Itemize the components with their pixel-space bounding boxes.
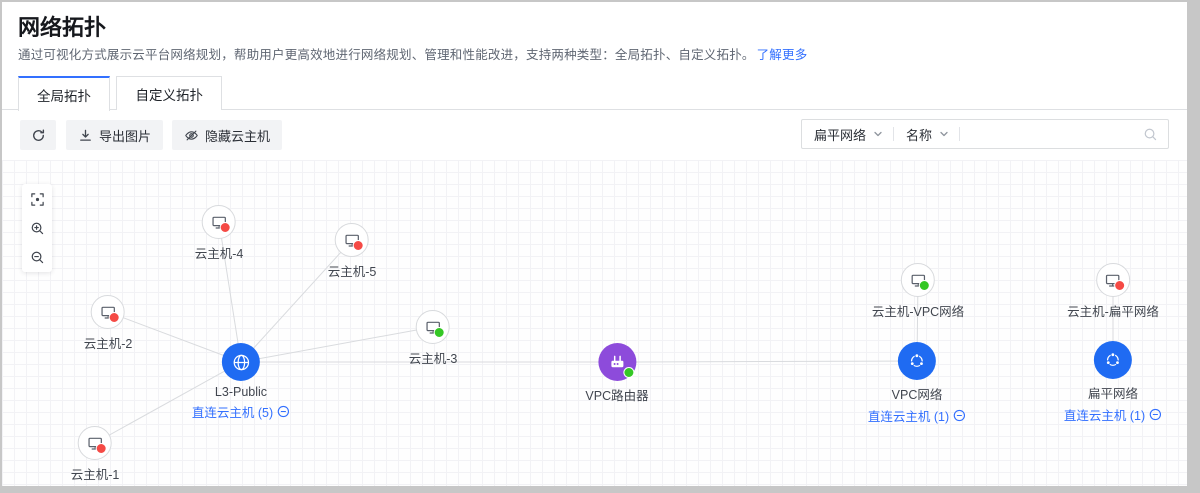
topology-node-host-vpc[interactable]: 云主机-VPC网络 (872, 263, 964, 320)
status-dot-error (353, 240, 364, 251)
status-dot-running (434, 327, 445, 338)
direct-hosts-link[interactable]: 直连云主机 (1) (868, 406, 966, 425)
topology-node-host-4[interactable]: 云主机-4 (195, 205, 244, 262)
download-icon (78, 128, 93, 143)
node-label: 云主机-1 (71, 464, 120, 483)
topology-node-host-1[interactable]: 云主机-1 (71, 426, 120, 483)
page-description-text: 通过可视化方式展示云平台网络规划，帮助用户更高效地进行网络规划、管理和性能改进，… (18, 48, 755, 62)
fit-view-button[interactable] (29, 191, 45, 207)
node-label: 云主机-3 (409, 348, 458, 367)
globe-icon (230, 352, 251, 373)
app-window: 网络拓扑 通过可视化方式展示云平台网络规划，帮助用户更高效地进行网络规划、管理和… (2, 2, 1187, 486)
search-field-select[interactable]: 名称 (894, 125, 959, 144)
hide-hosts-button[interactable]: 隐藏云主机 (172, 120, 282, 150)
node-label: VPC网络 (892, 384, 943, 403)
direct-hosts-link[interactable]: 直连云主机 (5) (192, 402, 290, 421)
status-dot-error (1114, 280, 1125, 291)
node-label: VPC路由器 (585, 385, 648, 404)
direct-hosts-link-label: 直连云主机 (1) (868, 406, 949, 425)
network-type-value: 扁平网络 (814, 125, 866, 144)
topology-node-host-3[interactable]: 云主机-3 (409, 310, 458, 367)
direct-hosts-link[interactable]: 直连云主机 (1) (1064, 405, 1162, 424)
topology-node-vpc-router[interactable]: VPC路由器 (585, 343, 648, 404)
status-dot-running (623, 367, 634, 378)
zoom-in-icon (30, 221, 45, 236)
zoom-out-icon (30, 250, 45, 265)
topology-node-flat-network[interactable]: 扁平网络直连云主机 (1) (1064, 341, 1162, 424)
learn-more-link[interactable]: 了解更多 (757, 48, 808, 62)
eye-off-icon (184, 128, 199, 143)
minus-circle-icon[interactable] (953, 409, 966, 422)
export-image-button[interactable]: 导出图片 (66, 120, 163, 150)
tab-custom-topology[interactable]: 自定义拓扑 (116, 76, 222, 110)
topology-node-host-5[interactable]: 云主机-5 (328, 223, 377, 280)
search-filter-bar: 扁平网络 名称 (801, 119, 1169, 149)
node-label: 云主机-扁平网络 (1067, 301, 1159, 320)
zoom-in-button[interactable] (29, 220, 45, 236)
refresh-button[interactable] (20, 120, 56, 150)
tab-global-topology[interactable]: 全局拓扑 (18, 76, 110, 111)
page-description: 通过可视化方式展示云平台网络规划，帮助用户更高效地进行网络规划、管理和性能改进，… (18, 44, 807, 63)
tab-label: 全局拓扑 (37, 85, 91, 105)
topology-node-host-2[interactable]: 云主机-2 (84, 295, 133, 352)
node-label: 云主机-5 (328, 261, 377, 280)
tab-label: 自定义拓扑 (135, 84, 203, 104)
node-label: L3-Public (215, 385, 267, 399)
chevron-down-icon (939, 129, 949, 139)
topology-node-vpc-network[interactable]: VPC网络直连云主机 (1) (868, 342, 966, 425)
share-network-icon (1103, 350, 1123, 370)
node-label: 云主机-VPC网络 (872, 301, 964, 320)
toolbar: 导出图片 隐藏云主机 扁平网络 名称 (2, 110, 1187, 160)
page-title: 网络拓扑 (18, 10, 106, 42)
chevron-down-icon (873, 129, 883, 139)
tab-bar: 全局拓扑 自定义拓扑 (2, 76, 1187, 110)
node-label: 云主机-2 (84, 333, 133, 352)
search-icon[interactable] (1143, 127, 1168, 142)
zoom-out-button[interactable] (29, 249, 45, 265)
export-image-label: 导出图片 (99, 126, 151, 145)
network-type-select[interactable]: 扁平网络 (802, 125, 893, 144)
direct-hosts-link-label: 直连云主机 (5) (192, 402, 273, 421)
search-field-value: 名称 (906, 125, 932, 144)
fit-view-icon (30, 192, 45, 207)
refresh-icon (31, 128, 46, 143)
status-dot-error (109, 312, 120, 323)
topology-canvas[interactable]: 云主机-4 云主机-5 云主机-2 云主机-3 云主机-1 L3-Public 直连云主机 … (2, 160, 1187, 486)
topology-edges (2, 160, 1187, 486)
minus-circle-icon[interactable] (1149, 408, 1162, 421)
hide-hosts-label: 隐藏云主机 (205, 126, 270, 145)
status-dot-error (96, 443, 107, 454)
direct-hosts-link-label: 直连云主机 (1) (1064, 405, 1145, 424)
minus-circle-icon[interactable] (277, 405, 290, 418)
node-label: 云主机-4 (195, 243, 244, 262)
topology-node-l3-public[interactable]: L3-Public 直连云主机 (5) (192, 343, 290, 421)
status-dot-running (919, 280, 930, 291)
share-network-icon (907, 351, 927, 371)
canvas-control-panel (22, 184, 52, 272)
topology-node-host-flat[interactable]: 云主机-扁平网络 (1067, 263, 1159, 320)
status-dot-error (220, 222, 231, 233)
node-label: 扁平网络 (1088, 383, 1138, 402)
search-input[interactable] (960, 120, 1143, 148)
